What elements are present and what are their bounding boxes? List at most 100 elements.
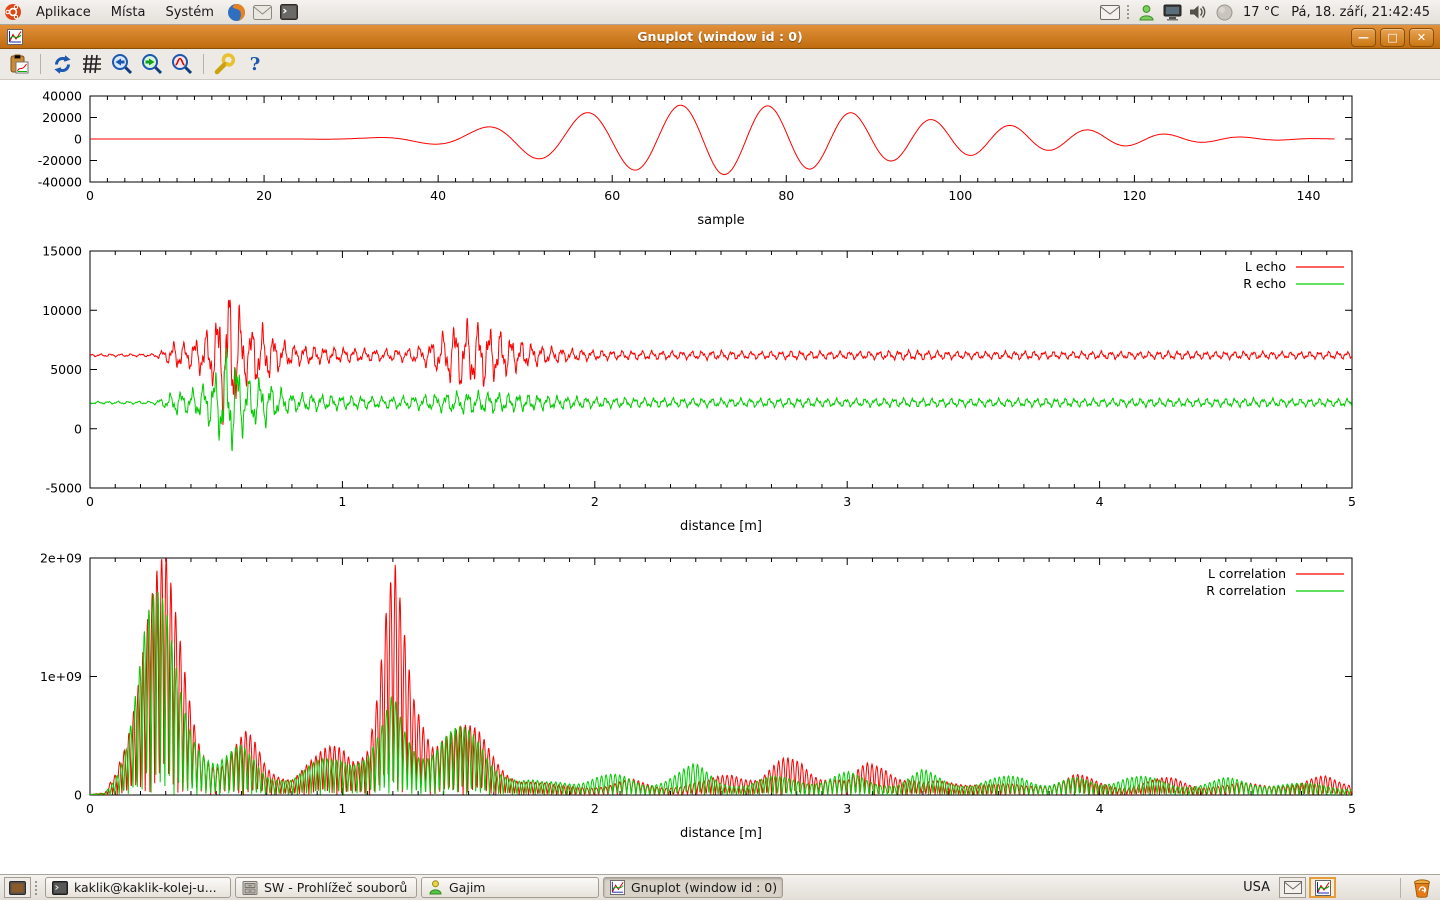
- taskbar-item-label: SW - Prohlížeč souborů: [264, 880, 407, 895]
- svg-text:1: 1: [338, 801, 346, 816]
- series-L correlation: [90, 559, 1352, 795]
- menu-system[interactable]: Systém: [155, 0, 223, 25]
- volume-icon[interactable]: [1188, 2, 1208, 22]
- apply-autoscale-button[interactable]: [169, 51, 195, 77]
- y-tick-label: 0: [74, 788, 82, 803]
- menu-applications[interactable]: Aplikace: [26, 0, 101, 25]
- y-tick-label: -20000: [38, 153, 82, 168]
- taskbar-item-terminal[interactable]: kaklik@kaklik-kolej-u...: [45, 877, 231, 898]
- svg-text:60: 60: [604, 188, 620, 203]
- y-tick-label: 5000: [50, 362, 82, 377]
- grid-icon: [82, 54, 102, 74]
- svg-text:2: 2: [591, 494, 599, 509]
- taskbar-item-gajim[interactable]: Gajim: [421, 877, 599, 898]
- y-tick-label: 15000: [42, 244, 82, 259]
- y-tick-label: 20000: [42, 110, 82, 125]
- gnuplot-icon: [1315, 880, 1331, 896]
- taskbar-gnuplot-tray-button[interactable]: [1309, 877, 1336, 898]
- terminal-icon: [52, 881, 68, 895]
- legend-label: R echo: [1243, 276, 1286, 291]
- window-toolbar: ?: [0, 49, 1440, 80]
- firefox-launcher-icon[interactable]: [227, 2, 247, 22]
- svg-text:20: 20: [256, 188, 272, 203]
- ubuntu-logo-icon: [4, 3, 22, 21]
- svg-text:80: 80: [778, 188, 794, 203]
- series-R correlation: [90, 592, 1352, 795]
- legend-label: L echo: [1245, 259, 1286, 274]
- legend-label: L correlation: [1208, 566, 1286, 581]
- mail-icon: [1284, 881, 1302, 894]
- svg-text:2: 2: [591, 801, 599, 816]
- replot-button[interactable]: [49, 51, 75, 77]
- taskbar-separator: [1400, 878, 1401, 898]
- y-tick-label: 0: [74, 421, 82, 436]
- y-tick-label: 0: [74, 132, 82, 147]
- taskbar-item-label: kaklik@kaklik-kolej-u...: [74, 880, 217, 895]
- show-desktop-button[interactable]: [4, 877, 31, 898]
- svg-text:3: 3: [843, 801, 851, 816]
- svg-text:100: 100: [948, 188, 972, 203]
- window-titlebar[interactable]: Gnuplot (window id : 0) — □ ✕: [0, 25, 1440, 49]
- tray-mail-icon[interactable]: [1100, 2, 1120, 22]
- taskbar-item-gnuplot[interactable]: Gnuplot (window id : 0): [603, 877, 783, 898]
- copy-plot-button[interactable]: [6, 51, 32, 77]
- temperature-readout[interactable]: 17 °C: [1243, 5, 1279, 20]
- help-icon: ?: [250, 54, 261, 75]
- minimize-button[interactable]: —: [1351, 28, 1376, 47]
- user-switcher-icon[interactable]: [1136, 2, 1156, 22]
- svg-text:0: 0: [86, 188, 94, 203]
- svg-text:distance [m]: distance [m]: [680, 519, 762, 534]
- trash-icon[interactable]: [1412, 878, 1432, 898]
- gnuplot-window-icon: [5, 27, 25, 47]
- gajim-icon: [428, 880, 443, 895]
- maximize-button[interactable]: □: [1380, 28, 1405, 47]
- svg-text:40: 40: [430, 188, 446, 203]
- close-button[interactable]: ✕: [1409, 28, 1434, 47]
- svg-text:0: 0: [86, 494, 94, 509]
- svg-text:4: 4: [1096, 801, 1104, 816]
- applet-handle[interactable]: [1126, 4, 1130, 20]
- y-tick-label: 1e+09: [40, 669, 82, 684]
- bottom-taskbar: kaklik@kaklik-kolej-u... SW - Prohlížeč …: [0, 874, 1440, 900]
- svg-text:120: 120: [1122, 188, 1146, 203]
- mail-launcher-icon[interactable]: [253, 2, 273, 22]
- svg-text:0: 0: [86, 801, 94, 816]
- series-R echo: [90, 348, 1352, 451]
- taskbar-mail-tray-button[interactable]: [1279, 877, 1306, 898]
- svg-text:1: 1: [338, 494, 346, 509]
- system-tray: 17 °C Pá, 18. září, 21:42:45: [1097, 0, 1440, 25]
- previous-zoom-button[interactable]: [109, 51, 135, 77]
- taskbar-item-label: Gajim: [449, 880, 485, 895]
- weather-icon[interactable]: [1214, 2, 1234, 22]
- applet-handle[interactable]: [34, 880, 38, 896]
- keyboard-layout-indicator[interactable]: USA: [1243, 880, 1270, 895]
- y-tick-label: -5000: [46, 481, 82, 496]
- ubuntu-logo-icon[interactable]: [3, 2, 23, 22]
- toolbar-separator: [40, 54, 41, 74]
- apply-autoscale-icon: [171, 53, 193, 75]
- series-trace: [90, 105, 1335, 174]
- svg-text:140: 140: [1297, 188, 1321, 203]
- taskbar-item-label: Gnuplot (window id : 0): [631, 880, 777, 895]
- replot-icon: [52, 54, 73, 75]
- next-zoom-button[interactable]: [139, 51, 165, 77]
- settings-button[interactable]: [212, 51, 238, 77]
- help-button[interactable]: ?: [242, 51, 268, 77]
- svg-text:5: 5: [1348, 494, 1356, 509]
- terminal-launcher-icon[interactable]: [279, 2, 299, 22]
- taskbar-item-file-manager[interactable]: SW - Prohlížeč souborů: [235, 877, 417, 898]
- next-zoom-icon: [141, 53, 163, 75]
- menu-places[interactable]: Místa: [101, 0, 156, 25]
- gnuplot-icon: [610, 880, 625, 895]
- grid-button[interactable]: [79, 51, 105, 77]
- svg-text:3: 3: [843, 494, 851, 509]
- file-manager-icon: [242, 881, 258, 895]
- svg-text:sample: sample: [697, 213, 744, 228]
- clock[interactable]: Pá, 18. září, 21:42:45: [1291, 5, 1430, 20]
- gnuplot-canvas[interactable]: 020406080100120140-40000-200000200004000…: [0, 81, 1440, 874]
- display-icon[interactable]: [1162, 2, 1182, 22]
- copy-plot-icon: [9, 54, 30, 75]
- legend-label: R correlation: [1206, 583, 1286, 598]
- svg-text:4: 4: [1096, 494, 1104, 509]
- y-tick-label: 2e+09: [40, 551, 82, 566]
